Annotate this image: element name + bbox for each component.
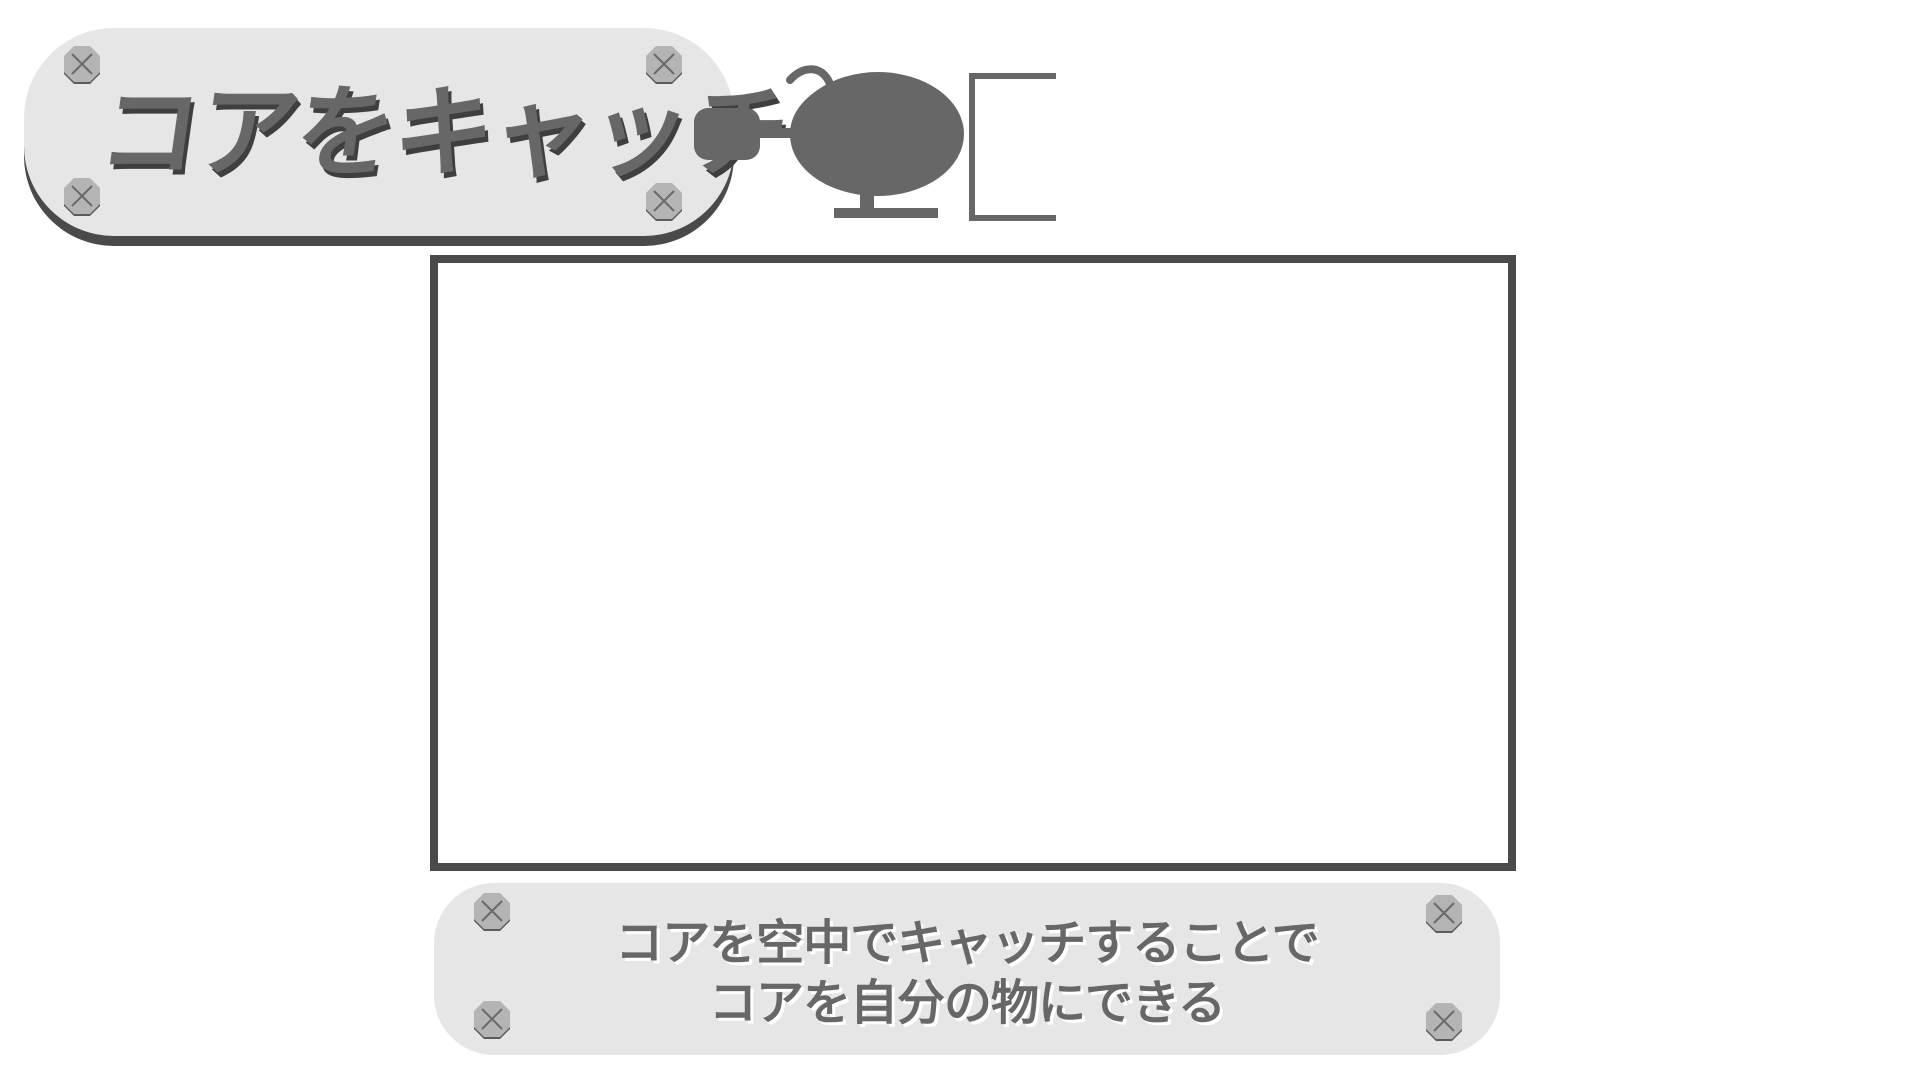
robot-mascot-icon bbox=[690, 60, 1070, 230]
tutorial-screen: コアをキャッチ コアを空中でキャッチすることで コアを自分の物にできる bbox=[0, 0, 1920, 1080]
caption-line-2: コアを自分の物にできる bbox=[708, 975, 1226, 1031]
screw-icon bbox=[472, 893, 512, 933]
screw-icon bbox=[472, 1001, 512, 1041]
caption-line-1: コアを空中でキャッチすることで bbox=[615, 915, 1320, 971]
caption-text: コアを空中でキャッチすることで コアを自分の物にできる bbox=[584, 913, 1350, 1033]
screw-icon bbox=[1424, 895, 1464, 935]
caption-plate: コアを空中でキャッチすることで コアを自分の物にできる bbox=[434, 883, 1500, 1055]
gameplay-preview-frame bbox=[430, 255, 1516, 871]
screw-icon bbox=[1424, 1003, 1464, 1043]
screw-icon bbox=[62, 46, 102, 86]
page-title: コアをキャッチ bbox=[91, 74, 795, 191]
title-plate: コアをキャッチ bbox=[24, 28, 795, 236]
